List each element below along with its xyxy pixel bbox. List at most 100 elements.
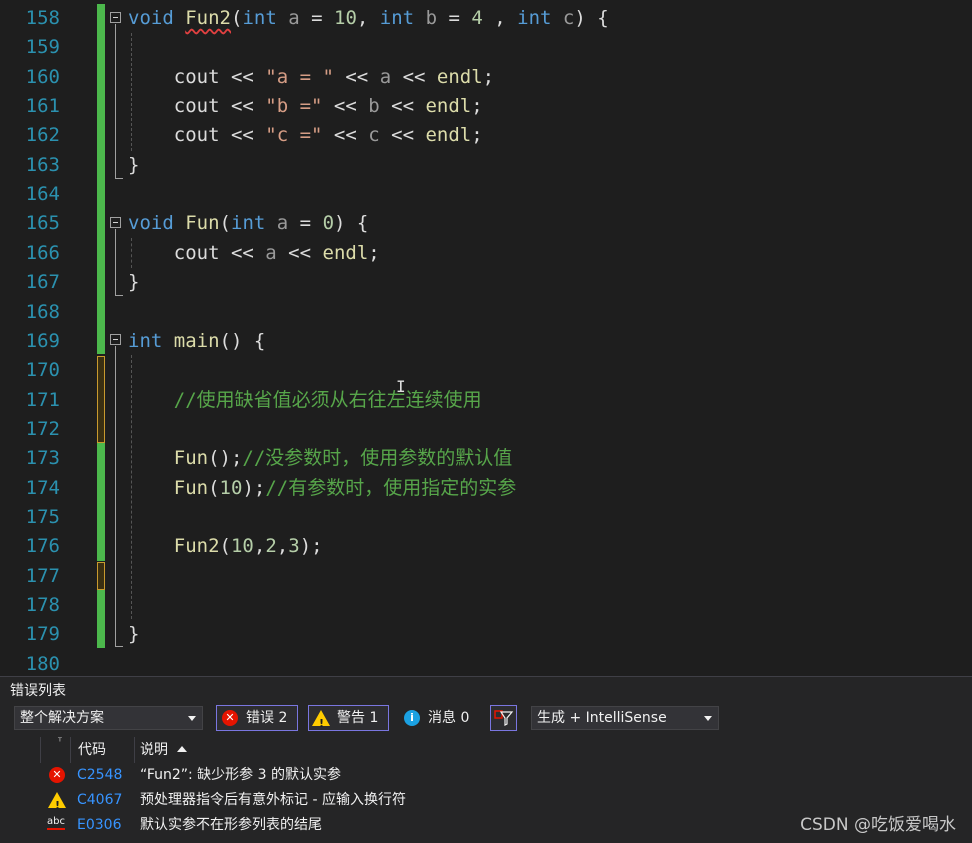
error-description: 预处理器指令后有意外标记 - 应输入换行符	[140, 792, 406, 808]
scope-dropdown[interactable]: 整个解决方案	[14, 706, 203, 730]
line-number: 179	[25, 623, 60, 646]
column-header-description-label: 说明	[140, 742, 168, 758]
pin-icon: ᵀ	[58, 737, 62, 748]
code-line[interactable]: 163}	[0, 151, 972, 180]
code-line[interactable]: 179}	[0, 620, 972, 649]
code-line[interactable]: 168	[0, 298, 972, 327]
intellisense-error-icon: abc	[47, 813, 65, 830]
code-line[interactable]: 180	[0, 650, 972, 676]
chevron-down-icon	[188, 716, 196, 721]
code-text[interactable]: cout << a << endl;	[128, 239, 380, 268]
code-line[interactable]: 162 cout << "c =" << c << endl;	[0, 121, 972, 150]
code-text[interactable]: void Fun(int a = 0) {	[128, 209, 368, 238]
code-line[interactable]: 170	[0, 356, 972, 385]
scope-dropdown-value: 整个解决方案	[20, 710, 104, 726]
code-line[interactable]: 178	[0, 591, 972, 620]
column-header-description[interactable]: 说明	[140, 739, 188, 761]
error-code[interactable]: C2548	[77, 763, 122, 787]
column-separator	[70, 737, 71, 763]
error-list-panel: 错误列表 整个解决方案 ✕ 错误 2 ! 警告 1 i 消息 0 生成 + In…	[0, 676, 972, 843]
filter-toggle-button[interactable]	[490, 705, 517, 731]
code-line[interactable]: 164	[0, 180, 972, 209]
chevron-down-icon	[704, 716, 712, 721]
code-line[interactable]: 167}	[0, 268, 972, 297]
code-line[interactable]: 169 int main() {	[0, 327, 972, 356]
code-line[interactable]: 165 void Fun(int a = 0) {	[0, 209, 972, 238]
errors-filter-label: 错误 2	[246, 710, 288, 726]
warning-icon: !	[312, 710, 330, 730]
error-list-title: 错误列表	[10, 683, 66, 699]
code-text[interactable]: Fun(10);//有参数时，使用指定的实参	[128, 474, 516, 503]
warnings-filter-label: 警告 1	[337, 710, 379, 726]
line-number: 161	[25, 95, 60, 118]
code-text[interactable]: cout << "a = " << a << endl;	[128, 63, 494, 92]
error-description: 默认实参不在形参列表的结尾	[140, 817, 322, 833]
warnings-filter-button[interactable]: ! 警告 1	[308, 705, 389, 731]
errors-filter-button[interactable]: ✕ 错误 2	[216, 705, 298, 731]
line-number: 170	[25, 359, 60, 382]
error-code[interactable]: C4067	[77, 788, 122, 812]
line-number: 172	[25, 417, 60, 440]
error-row[interactable]: ✕ C2548 “Fun2”: 缺少形参 3 的默认实参	[0, 763, 972, 787]
line-number: 167	[25, 271, 60, 294]
line-number: 173	[25, 447, 60, 470]
column-separator	[134, 737, 135, 763]
error-row[interactable]: ! C4067 预处理器指令后有意外标记 - 应输入换行符	[0, 788, 972, 812]
code-line[interactable]: 171 //使用缺省值必须从右往左连续使用	[0, 386, 972, 415]
warning-icon: !	[48, 792, 66, 812]
code-line[interactable]: 158 void Fun2(int a = 10, int b = 4 , int…	[0, 4, 972, 33]
line-number: 174	[25, 476, 60, 499]
line-number: 180	[25, 652, 60, 675]
code-line[interactable]: 166 cout << a << endl;	[0, 239, 972, 268]
code-line[interactable]: 159	[0, 33, 972, 62]
sort-ascending-icon	[177, 746, 188, 752]
code-editor[interactable]: 158 void Fun2(int a = 10, int b = 4 , int…	[0, 0, 972, 676]
code-line[interactable]: 175	[0, 503, 972, 532]
line-number: 166	[25, 241, 60, 264]
code-text[interactable]: int main() {	[128, 327, 265, 356]
code-text[interactable]: }	[128, 151, 139, 180]
build-filter-value: 生成 + IntelliSense	[537, 710, 667, 726]
code-text[interactable]: }	[128, 268, 139, 297]
error-icon: ✕	[222, 710, 238, 726]
line-number: 176	[25, 535, 60, 558]
messages-filter-button[interactable]: i 消息 0	[398, 705, 478, 731]
code-text[interactable]: cout << "b =" << b << endl;	[128, 92, 483, 121]
code-line[interactable]: 173 Fun();//没参数时，使用参数的默认值	[0, 444, 972, 473]
code-line[interactable]: 176 Fun2(10,2,3);	[0, 532, 972, 561]
code-line[interactable]: 172	[0, 415, 972, 444]
text-cursor-icon: I	[396, 377, 406, 396]
build-filter-dropdown[interactable]: 生成 + IntelliSense	[531, 706, 719, 730]
error-code[interactable]: E0306	[77, 813, 121, 837]
filter-icon	[494, 710, 514, 726]
column-header-code[interactable]: 代码	[78, 739, 106, 761]
code-line[interactable]: 160 cout << "a = " << a << endl;	[0, 63, 972, 92]
error-icon: ✕	[49, 767, 65, 783]
code-line[interactable]: 177	[0, 562, 972, 591]
info-icon: i	[404, 710, 420, 726]
code-text[interactable]: Fun2(10,2,3);	[128, 532, 323, 561]
line-number: 159	[25, 36, 60, 59]
line-number: 164	[25, 183, 60, 206]
code-line[interactable]: 161 cout << "b =" << b << endl;	[0, 92, 972, 121]
line-number: 171	[25, 388, 60, 411]
column-separator	[40, 737, 41, 763]
line-number: 158	[25, 7, 60, 29]
watermark: CSDN @吃饭爱喝水	[800, 815, 956, 835]
line-number: 168	[25, 300, 60, 323]
line-number: 165	[25, 212, 60, 235]
line-number: 162	[25, 124, 60, 147]
code-text[interactable]: }	[128, 620, 139, 649]
messages-filter-label: 消息 0	[428, 710, 470, 726]
code-text[interactable]: Fun();//没参数时，使用参数的默认值	[128, 444, 513, 473]
line-number: 175	[25, 505, 60, 528]
line-number: 178	[25, 594, 60, 616]
line-number: 163	[25, 153, 60, 176]
code-text[interactable]: //使用缺省值必须从右往左连续使用	[128, 386, 482, 415]
line-number: 169	[25, 329, 60, 352]
line-number: 177	[25, 564, 60, 587]
code-text[interactable]: void Fun2(int a = 10, int b = 4 , int c)…	[128, 4, 609, 33]
error-description: “Fun2”: 缺少形参 3 的默认实参	[140, 767, 341, 783]
code-text[interactable]: cout << "c =" << c << endl;	[128, 121, 483, 150]
code-line[interactable]: 174 Fun(10);//有参数时，使用指定的实参	[0, 474, 972, 503]
